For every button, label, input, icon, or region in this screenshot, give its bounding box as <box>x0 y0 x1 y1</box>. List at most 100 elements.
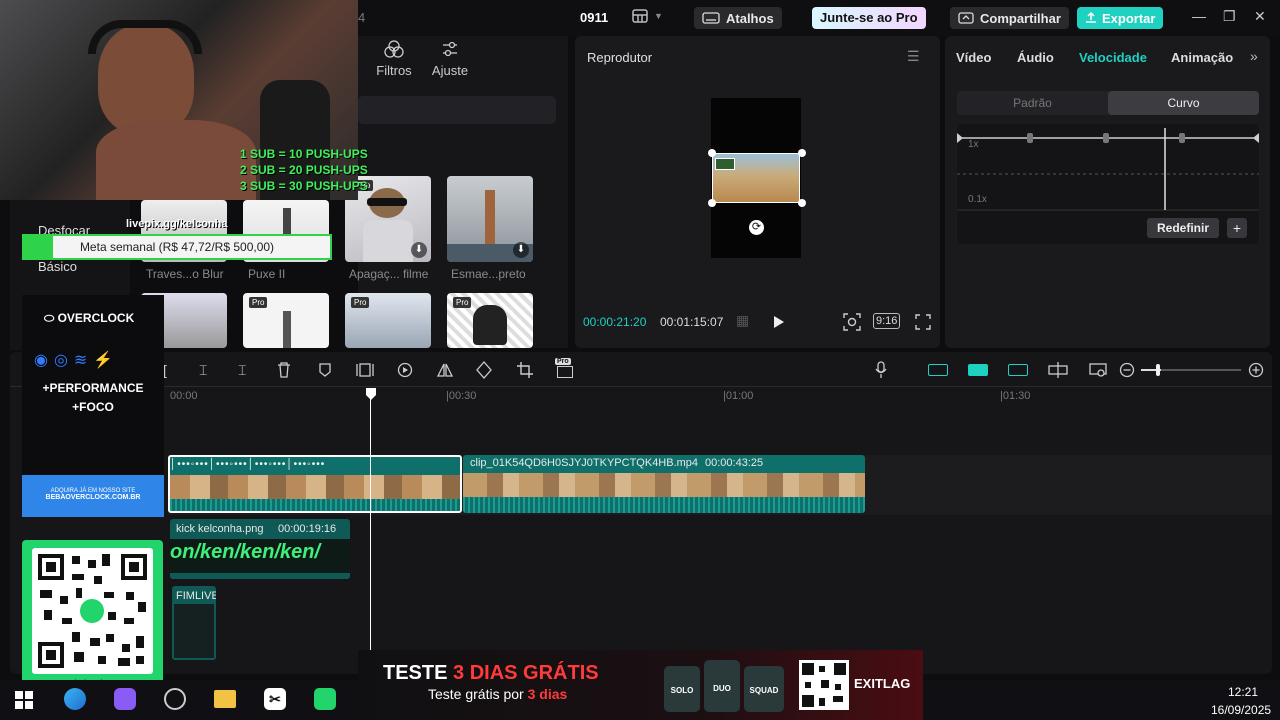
pushups-overlay: 1 SUB = 10 PUSH-UPS 2 SUB = 20 PUSH-UPS … <box>240 146 368 194</box>
effect-thumb[interactable]: Pro <box>447 293 533 348</box>
clip-duration: 00:00:43:25 <box>705 457 764 469</box>
goal-text: Meta semanal (R$ 47,72/R$ 500,00) <box>79 240 275 254</box>
auto-snap-icon[interactable] <box>968 364 988 376</box>
layout-menu[interactable]: ▼ <box>632 9 663 23</box>
rotate-clip-icon[interactable] <box>476 361 492 379</box>
more-tabs-icon[interactable]: » <box>1250 48 1258 64</box>
reset-button[interactable]: Redefinir <box>1147 218 1219 238</box>
small-clip[interactable]: FIMLIVE <box>172 586 216 660</box>
overclock-line1: +PERFORMANCE <box>42 381 144 395</box>
qr-code <box>32 548 153 674</box>
project-name[interactable]: 0911 <box>580 10 608 25</box>
play-icon[interactable] <box>773 315 785 329</box>
tab-filters-label: Filtros <box>376 63 412 78</box>
overlay-clip-name: kick kelconha.png <box>176 523 264 535</box>
preview-clip[interactable] <box>712 153 800 203</box>
zoom-slider[interactable] <box>1141 364 1241 376</box>
effect-thumb[interactable]: Pro <box>345 293 431 348</box>
export-button[interactable]: Exportar <box>1077 7 1164 29</box>
timecode-grid-icon: ▦ <box>736 312 750 328</box>
small-clip-label: FIMLIVE <box>176 590 216 602</box>
rotate-icon[interactable]: ⟳ <box>749 220 764 235</box>
microphone-icon[interactable] <box>875 361 887 379</box>
app-icon[interactable] <box>314 688 336 710</box>
segment-curved[interactable]: Curvo <box>1108 91 1259 115</box>
plan-card: SQUAD <box>744 666 784 712</box>
freeze-icon[interactable] <box>356 362 374 378</box>
banner-subtitle: Teste grátis por 3 dias <box>428 686 567 702</box>
tab-animation[interactable]: Animação <box>1171 50 1233 65</box>
tab-filters[interactable]: Filtros <box>372 40 416 78</box>
playhead[interactable] <box>370 396 371 652</box>
file-explorer-icon[interactable] <box>214 690 236 708</box>
minimize-icon[interactable]: — <box>1192 8 1206 24</box>
tab-adjust-label: Ajuste <box>431 63 469 78</box>
media-search-input[interactable] <box>358 96 556 124</box>
delete-icon[interactable] <box>277 362 291 378</box>
tab-audio[interactable]: Áudio <box>1017 50 1054 65</box>
qr-code-graphic <box>38 554 147 668</box>
resize-handle[interactable] <box>708 149 716 157</box>
adjust-icon <box>443 41 457 57</box>
tab-adjust[interactable]: Ajuste <box>428 40 472 78</box>
share-button[interactable]: Compartilhar <box>950 7 1069 29</box>
overlay-clip[interactable]: kick kelconha.png 00:00:19:16 on/ken/ken… <box>170 519 350 579</box>
split-icon[interactable]: ⌶ <box>199 362 207 379</box>
clip-thumbnails <box>463 473 865 497</box>
zoom-slider-handle[interactable] <box>1156 364 1160 376</box>
banner-title: TESTE 3 DIAS GRÁTIS <box>383 662 599 685</box>
tab-speed[interactable]: Velocidade <box>1079 50 1147 65</box>
join-pro-button[interactable]: Junte-se ao Pro <box>812 7 926 29</box>
close-icon[interactable]: ✕ <box>1254 8 1266 25</box>
selected-clip[interactable]: │•••◦•••│•••◦•••│•••◦•••│•••◦••• <box>168 455 462 513</box>
shortcuts-button[interactable]: Atalhos <box>694 7 782 29</box>
split-right-icon[interactable]: ⌶ <box>238 362 246 379</box>
capcut-icon[interactable]: ✂ <box>264 688 286 710</box>
resize-handle[interactable] <box>798 199 806 207</box>
clock-time: 12:21 <box>1228 685 1259 699</box>
preview-axis-icon[interactable] <box>1089 362 1107 378</box>
marker-icon[interactable] <box>318 362 332 378</box>
obs-icon[interactable] <box>164 688 186 710</box>
fullscreen-icon[interactable] <box>915 314 931 330</box>
segment-default[interactable]: Padrão <box>957 91 1108 115</box>
download-icon[interactable]: ⬇ <box>411 242 427 258</box>
effect-thumb[interactable]: Pro <box>243 293 329 348</box>
playhead-handle[interactable] <box>365 387 377 401</box>
aspect-ratio-button[interactable]: 9:16 <box>873 313 901 329</box>
edge-icon[interactable] <box>64 688 86 710</box>
pro-feature-button[interactable]: Pro <box>555 358 577 380</box>
split-view-icon[interactable] <box>1048 362 1068 378</box>
export-label: Exportar <box>1102 10 1156 26</box>
restore-icon[interactable]: ❐ <box>1223 8 1236 25</box>
effect-label: Traves...o Blur <box>146 267 224 281</box>
curve-label-01x: 0.1x <box>968 194 987 205</box>
linkage-icon[interactable] <box>1008 364 1028 376</box>
add-point-button[interactable]: + <box>1227 218 1247 238</box>
download-icon[interactable]: ⬇ <box>513 242 529 258</box>
effect-thumb[interactable]: ⬇ <box>447 176 533 262</box>
pro-badge: Pro <box>453 297 472 308</box>
windows-start-icon[interactable] <box>15 691 33 709</box>
magnet-main-track-icon[interactable] <box>928 364 948 376</box>
reverse-icon[interactable] <box>397 362 413 378</box>
menu-icon[interactable]: ☰ <box>907 48 920 65</box>
overclock-ad: ⬭ OVERCLOCK ◉◎≋⚡ +PERFORMANCE +FOCO ADQU… <box>22 295 164 517</box>
audio-waveform <box>463 497 865 513</box>
crop-icon[interactable] <box>517 362 533 378</box>
tab-video[interactable]: Vídeo <box>956 50 991 65</box>
zoom-out-icon[interactable] <box>1119 362 1135 378</box>
pro-badge: Pro <box>249 297 268 308</box>
sidebar-item-basic[interactable]: Básico <box>38 259 77 274</box>
mirror-icon[interactable] <box>437 362 453 378</box>
clock-date: 16/09/2025 <box>1211 703 1272 717</box>
preview-canvas[interactable]: ⟳ <box>708 98 806 258</box>
zoom-in-icon[interactable] <box>1248 362 1264 378</box>
total-time: 00:01:15:07 <box>660 315 724 329</box>
clip[interactable]: clip_01K54QD6H0SJYJ0TKYPCTQK4HB.mp4 00:0… <box>463 455 865 513</box>
resize-handle[interactable] <box>798 149 806 157</box>
resize-handle[interactable] <box>708 199 716 207</box>
twitch-icon[interactable] <box>114 688 136 710</box>
fit-screen-icon[interactable] <box>843 313 861 331</box>
clip-name: clip_01K54QD6H0SJYJ0TKYPCTQK4HB.mp4 <box>470 457 699 469</box>
